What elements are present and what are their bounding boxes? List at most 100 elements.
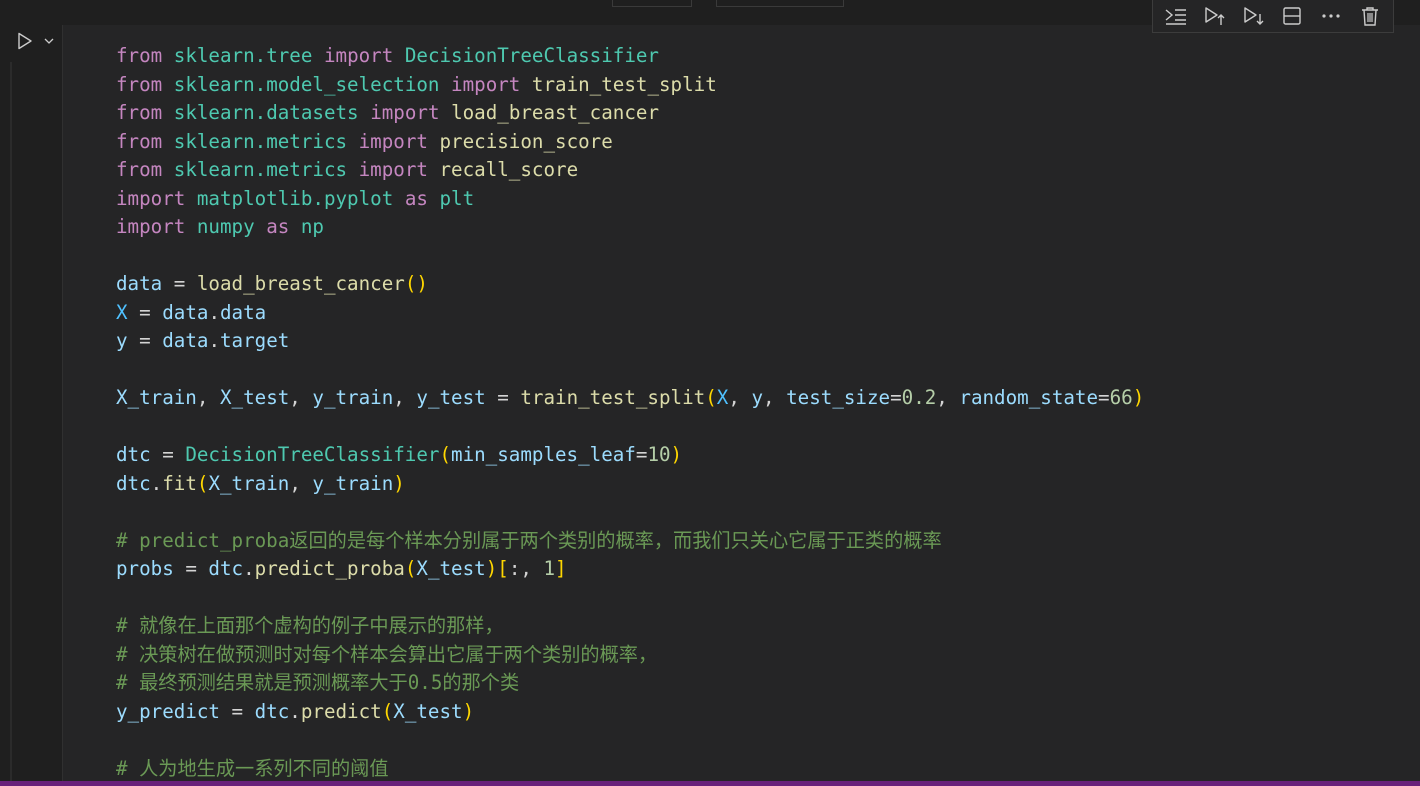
code-line[interactable]: from sklearn.metrics import recall_score [116, 156, 1144, 185]
code-line[interactable]: from sklearn.tree import DecisionTreeCla… [116, 42, 1144, 71]
code-token: 66 [1109, 386, 1133, 409]
code-token: X_test [393, 699, 463, 723]
code-token: ) [1132, 386, 1145, 409]
code-token: # 人为地生成一系列不同的阈值 [116, 756, 389, 780]
code-token: X [716, 386, 729, 409]
execute-above-button[interactable] [1159, 2, 1193, 30]
code-token: ( [196, 471, 209, 495]
code-line[interactable]: X_train, X_test, y_train, y_test = train… [116, 384, 1144, 413]
code-token: () [404, 272, 428, 295]
code-token: = [162, 272, 197, 295]
code-line[interactable]: data = load_breast_cancer() [116, 270, 1144, 299]
code-token: from [116, 101, 163, 124]
run-below-button[interactable] [1237, 2, 1271, 30]
code-block[interactable]: from sklearn.tree import DecisionTreeCla… [116, 42, 1144, 783]
code-token: ) [670, 443, 683, 466]
code-line[interactable]: # 就像在上面那个虚构的例子中展示的那样， [116, 612, 1144, 641]
code-line[interactable] [116, 584, 1144, 613]
code-token: , [728, 386, 752, 409]
code-token: fit [162, 471, 197, 495]
code-token: dtc [116, 471, 151, 495]
code-token: load_breast_cancer [451, 101, 659, 124]
code-token: from [116, 129, 163, 153]
code-line[interactable]: probs = dtc.predict_proba(X_test)[:, 1] [116, 555, 1144, 584]
code-token: . [243, 557, 255, 580]
code-line[interactable]: import numpy as np [116, 213, 1144, 242]
code-line[interactable] [116, 356, 1144, 385]
split-cell-button[interactable] [1275, 2, 1309, 30]
code-token: sklearn.metrics [173, 129, 348, 153]
code-line[interactable]: from sklearn.metrics import precision_sc… [116, 128, 1144, 157]
code-token: [ [497, 557, 509, 580]
code-line[interactable]: import matplotlib.pyplot as plt [116, 185, 1144, 214]
code-token: dtc [208, 557, 244, 580]
code-line[interactable]: from sklearn.model_selection import trai… [116, 71, 1144, 100]
code-token: . [289, 699, 301, 723]
code-token: min_samples_leaf [451, 443, 636, 466]
code-token: plt [439, 186, 475, 210]
code-token: y [751, 386, 763, 409]
code-token: from [116, 72, 163, 96]
code-token: import [358, 129, 428, 153]
code-token: import [116, 215, 186, 238]
code-token: numpy [196, 215, 255, 238]
cell-focus-indicator [10, 62, 12, 781]
code-line[interactable]: y = data.target [116, 327, 1144, 356]
run-options-dropdown[interactable] [40, 30, 58, 52]
code-token: # 就像在上面那个虚构的例子中展示的那样， [116, 614, 504, 637]
code-line[interactable]: # 最终预测结果就是预测概率大于0.5的那个类 [116, 669, 1144, 698]
code-line[interactable]: dtc.fit(X_train, y_train) [116, 470, 1144, 499]
code-line[interactable]: # predict_proba返回的是每个样本分别属于两个类别的概率，而我们只关… [116, 527, 1144, 556]
run-cell-button[interactable] [12, 30, 36, 52]
code-line[interactable]: y_predict = dtc.predict(X_test) [116, 698, 1144, 727]
code-token: as [404, 186, 428, 210]
run-above-button[interactable] [1198, 2, 1232, 30]
code-line[interactable]: # 人为地生成一系列不同的阈值 [116, 755, 1144, 784]
code-token: . [208, 300, 220, 324]
code-token: test_size [786, 386, 891, 409]
code-line[interactable]: dtc = DecisionTreeClassifier(min_samples… [116, 441, 1144, 470]
split-cell-icon [1283, 7, 1301, 25]
code-line[interactable]: # 决策树在做预测时对每个样本会算出它属于两个类别的概率， [116, 641, 1144, 670]
more-actions-button[interactable] [1314, 2, 1348, 30]
code-token: DecisionTreeClassifier [404, 44, 659, 67]
code-line[interactable]: X = data.data [116, 299, 1144, 328]
code-token: import [451, 72, 521, 96]
cell-toolbar [1152, 0, 1394, 33]
status-bar-edge [0, 781, 1420, 786]
previous-cell-edge [612, 0, 692, 7]
code-token: random_state [959, 386, 1099, 409]
code-token: , [289, 471, 313, 495]
code-line[interactable] [116, 498, 1144, 527]
more-actions-icon [1322, 14, 1340, 18]
code-token: X_test [219, 386, 290, 409]
code-token: DecisionTreeClassifier [185, 443, 440, 466]
code-line[interactable] [116, 242, 1144, 271]
code-line[interactable] [116, 726, 1144, 755]
code-token: precision_score [439, 129, 613, 153]
code-token: = [150, 443, 186, 466]
code-line[interactable]: from sklearn.datasets import load_breast… [116, 99, 1144, 128]
code-line[interactable] [116, 413, 1144, 442]
previous-cell-output-edge [716, 0, 844, 7]
code-token: y [116, 329, 128, 352]
code-cell-editor[interactable]: from sklearn.tree import DecisionTreeCla… [62, 25, 1420, 781]
code-token: import [116, 186, 186, 210]
delete-cell-icon [1361, 7, 1378, 26]
delete-cell-button[interactable] [1353, 2, 1387, 30]
code-token: , [196, 386, 220, 409]
code-token: sklearn.model_selection [173, 72, 440, 96]
code-token: # predict_proba返回的是每个样本分别属于两个类别的概率，而我们只关… [116, 528, 942, 552]
